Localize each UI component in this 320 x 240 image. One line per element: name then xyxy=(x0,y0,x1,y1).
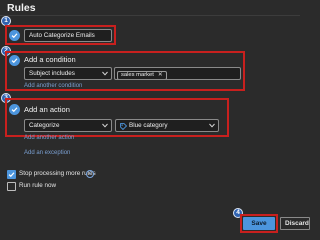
save-button[interactable]: Save xyxy=(243,217,275,230)
category-tag-icon xyxy=(120,123,128,131)
condition-chip: sales market ✕ xyxy=(117,71,167,79)
run-rule-now-checkbox[interactable] xyxy=(7,182,16,191)
info-icon[interactable]: i xyxy=(86,170,94,178)
chevron-down-icon xyxy=(209,123,215,128)
condition-section-label: Add a condition xyxy=(24,55,76,64)
action-section-label: Add an action xyxy=(24,105,70,114)
chevron-down-icon xyxy=(102,71,108,76)
action-check-icon xyxy=(9,104,20,115)
stop-processing-label: Stop processing more rules xyxy=(19,170,96,177)
category-select[interactable]: Blue category xyxy=(115,119,219,132)
category-value: Blue category xyxy=(129,122,168,129)
condition-field-select[interactable]: Subject includes xyxy=(24,67,112,80)
condition-chip-text: sales market xyxy=(121,72,154,78)
rule-name-check-icon xyxy=(9,30,20,41)
add-another-condition-link[interactable]: Add another condition xyxy=(24,83,82,89)
stop-processing-checkbox[interactable] xyxy=(7,170,16,179)
discard-button[interactable]: Discard xyxy=(280,217,310,230)
condition-value-input[interactable]: sales market ✕ xyxy=(114,67,241,80)
rules-pane: Rules 1 Auto Categorize Emails 2 Add a c… xyxy=(0,0,310,233)
chevron-down-icon xyxy=(102,123,108,128)
condition-field-value: Subject includes xyxy=(29,70,75,77)
add-exception-link[interactable]: Add an exception xyxy=(24,150,70,156)
run-rule-now-label: Run rule now xyxy=(19,182,57,189)
action-type-value: Categorize xyxy=(29,122,60,129)
rule-name-input[interactable]: Auto Categorize Emails xyxy=(24,29,112,42)
header-divider xyxy=(0,15,300,16)
condition-check-icon xyxy=(9,55,20,66)
chip-remove-icon[interactable]: ✕ xyxy=(158,72,163,78)
add-another-action-link[interactable]: Add another action xyxy=(24,135,74,141)
page-title: Rules xyxy=(7,2,36,14)
action-type-select[interactable]: Categorize xyxy=(24,119,112,132)
